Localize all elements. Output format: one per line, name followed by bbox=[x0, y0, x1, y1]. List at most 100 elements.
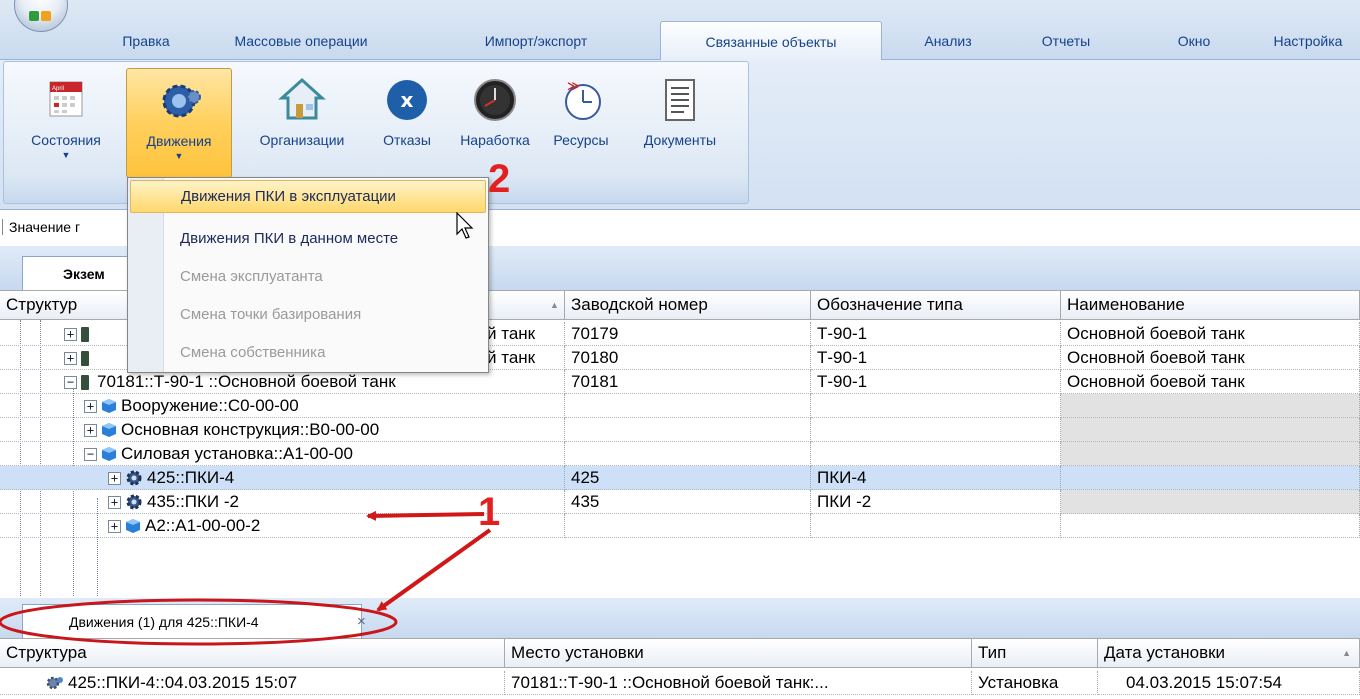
documents-button[interactable]: Документы bbox=[616, 68, 744, 178]
cube-icon bbox=[102, 447, 116, 461]
tab-movements-label: Движения (1) для 425::ПКИ-4 bbox=[69, 613, 259, 630]
tree-node: + А2::А1-00-00-2 bbox=[108, 514, 260, 537]
name-cell: Основной боевой танк bbox=[1061, 322, 1360, 346]
tab-movements-for-item[interactable]: Движения (1) для 425::ПКИ-4 × bbox=[22, 604, 366, 638]
expand-toggle-icon[interactable]: + bbox=[108, 519, 121, 533]
tab-related-objects[interactable]: Связанные объекты bbox=[660, 21, 882, 61]
states-button[interactable]: April Состояния ▼ bbox=[6, 68, 126, 178]
svg-text:x: x bbox=[401, 88, 414, 112]
tree-node: + Основная конструкция::В0-00-00 bbox=[84, 418, 379, 441]
expand-toggle-icon[interactable]: + bbox=[64, 351, 77, 365]
tab-import-export[interactable]: Импорт/экспорт bbox=[470, 21, 602, 60]
table-row[interactable]: + 435::ПКИ -2 435 ПКИ -2 bbox=[0, 490, 1360, 514]
sort-ascending-icon: ▲ bbox=[1342, 648, 1351, 658]
menu-item-change-operator: Смена эксплуатанта bbox=[180, 268, 323, 285]
type-cell: ПКИ -2 bbox=[811, 490, 1061, 514]
col-header-date-label: Дата установки bbox=[1104, 643, 1226, 662]
expand-toggle-icon[interactable]: + bbox=[84, 423, 97, 437]
table-row[interactable]: − 70181::Т-90-1 ::Основной боевой танк 7… bbox=[0, 370, 1360, 394]
table-row[interactable]: + Основная конструкция::В0-00-00 bbox=[0, 418, 1360, 442]
serial-cell: 70180 bbox=[565, 346, 811, 370]
failures-button[interactable]: x Отказы bbox=[370, 68, 444, 178]
type-cell: Т-90-1 bbox=[811, 346, 1061, 370]
col-header-type[interactable]: Тип bbox=[972, 638, 1098, 668]
movements-grid: Структура Место установки Тип Дата устан… bbox=[0, 638, 1360, 699]
type-cell bbox=[811, 394, 1061, 418]
col-header-serial[interactable]: Заводской номер bbox=[565, 290, 811, 320]
col-header-name[interactable]: Наименование bbox=[1061, 290, 1360, 320]
sort-ascending-icon: ▲ bbox=[550, 300, 559, 310]
table-row[interactable]: + А2::А1-00-00-2 bbox=[0, 514, 1360, 538]
tab-settings[interactable]: Настройка bbox=[1258, 21, 1358, 60]
type-cell: Т-90-1 bbox=[811, 370, 1061, 394]
collapse-toggle-icon[interactable]: − bbox=[64, 375, 77, 389]
organizations-button[interactable]: Организации bbox=[234, 68, 370, 178]
type-cell bbox=[811, 442, 1061, 466]
col-header-structure[interactable]: Структура bbox=[0, 638, 505, 668]
gears-icon bbox=[46, 676, 63, 690]
tab-instances[interactable]: Экзем bbox=[22, 256, 142, 290]
menu-item-movements-in-operation[interactable]: Движения ПКИ в эксплуатации bbox=[130, 180, 486, 213]
movements-dropdown-menu: Движения ПКИ в эксплуатации Движения ПКИ… bbox=[127, 177, 489, 373]
bottom-tab-strip: Движения (1) для 425::ПКИ-4 × bbox=[0, 598, 1360, 638]
gears-icon bbox=[155, 77, 203, 125]
col-header-date[interactable]: Дата установки ▲ bbox=[1098, 638, 1360, 668]
expand-toggle-icon[interactable]: + bbox=[108, 495, 121, 509]
structure-label: 425::ПКИ-4::04.03.2015 15:07 bbox=[68, 673, 298, 692]
tab-bulk-operations[interactable]: Массовые операции bbox=[220, 21, 382, 60]
tab-window[interactable]: Окно bbox=[1165, 21, 1223, 60]
cube-icon bbox=[126, 519, 140, 533]
clock-icon bbox=[471, 76, 519, 124]
menu-item-change-base: Смена точки базирования bbox=[180, 306, 362, 323]
app-orb-icon[interactable] bbox=[14, 0, 68, 32]
structure-cell: 425::ПКИ-4::04.03.2015 15:07 bbox=[0, 671, 505, 695]
col-header-type[interactable]: Обозначение типа bbox=[811, 290, 1061, 320]
tab-analysis[interactable]: Анализ bbox=[912, 21, 984, 60]
type-cell bbox=[811, 418, 1061, 442]
serial-cell bbox=[565, 514, 811, 538]
calendar-icon: April bbox=[42, 76, 90, 124]
table-row[interactable]: + Вооружение::С0-00-00 bbox=[0, 394, 1360, 418]
tab-edit[interactable]: Правка bbox=[108, 21, 184, 60]
gear-icon bbox=[126, 494, 142, 510]
tab-reports[interactable]: Отчеты bbox=[1030, 21, 1102, 60]
tank-icon bbox=[81, 350, 89, 366]
tree-node: + 425::ПКИ-4 bbox=[108, 466, 234, 489]
name-cell: Основной боевой танк bbox=[1061, 346, 1360, 370]
serial-cell bbox=[565, 394, 811, 418]
annotation-number-2: 2 bbox=[488, 157, 511, 201]
col-header-place[interactable]: Место установки bbox=[505, 638, 972, 668]
name-cell: Основной боевой танк bbox=[1061, 370, 1360, 394]
table-row[interactable]: − Силовая установка::А1-00-00 bbox=[0, 442, 1360, 466]
tree-cell: + Основная конструкция::В0-00-00 bbox=[0, 418, 565, 442]
tree-node-label: 435::ПКИ -2 bbox=[147, 492, 239, 511]
dropdown-arrow-icon: ▼ bbox=[174, 151, 184, 161]
x-circle-icon: x bbox=[383, 76, 431, 124]
house-icon bbox=[278, 76, 326, 124]
tree-node: − 70181::Т-90-1 ::Основной боевой танк bbox=[64, 370, 396, 393]
mouse-cursor-icon bbox=[456, 212, 474, 239]
tree-cell: − Силовая установка::А1-00-00 bbox=[0, 442, 565, 466]
expand-toggle-icon[interactable]: + bbox=[64, 327, 77, 341]
close-icon[interactable]: × bbox=[357, 613, 366, 630]
collapse-toggle-icon[interactable]: − bbox=[84, 447, 97, 461]
serial-cell: 70179 bbox=[565, 322, 811, 346]
table-row[interactable]: 425::ПКИ-4::04.03.2015 15:07 70181::Т-90… bbox=[0, 671, 1360, 695]
resources-button[interactable]: ≫ Ресурсы bbox=[546, 68, 616, 178]
table-row-selected[interactable]: + 425::ПКИ-4 425 ПКИ-4 bbox=[0, 466, 1360, 490]
serial-cell bbox=[565, 442, 811, 466]
tank-icon bbox=[81, 326, 89, 342]
expand-toggle-icon[interactable]: + bbox=[108, 471, 121, 485]
expand-toggle-icon[interactable]: + bbox=[84, 399, 97, 413]
svg-text:April: April bbox=[52, 86, 64, 92]
col-header-structure-label: Структур bbox=[6, 295, 78, 314]
date-cell: 04.03.2015 15:07:54 bbox=[1098, 671, 1360, 695]
tree-cell: + 425::ПКИ-4 bbox=[0, 466, 565, 490]
tree-node-label: Силовая установка::А1-00-00 bbox=[121, 444, 353, 463]
movements-button[interactable]: Движения ▼ bbox=[126, 68, 232, 178]
menu-item-movements-in-place[interactable]: Движения ПКИ в данном месте bbox=[164, 222, 486, 255]
organizations-button-label: Организации bbox=[259, 132, 345, 148]
gear-icon bbox=[126, 470, 142, 486]
type-cell: ПКИ-4 bbox=[811, 466, 1061, 490]
svg-text:≫: ≫ bbox=[567, 79, 580, 93]
